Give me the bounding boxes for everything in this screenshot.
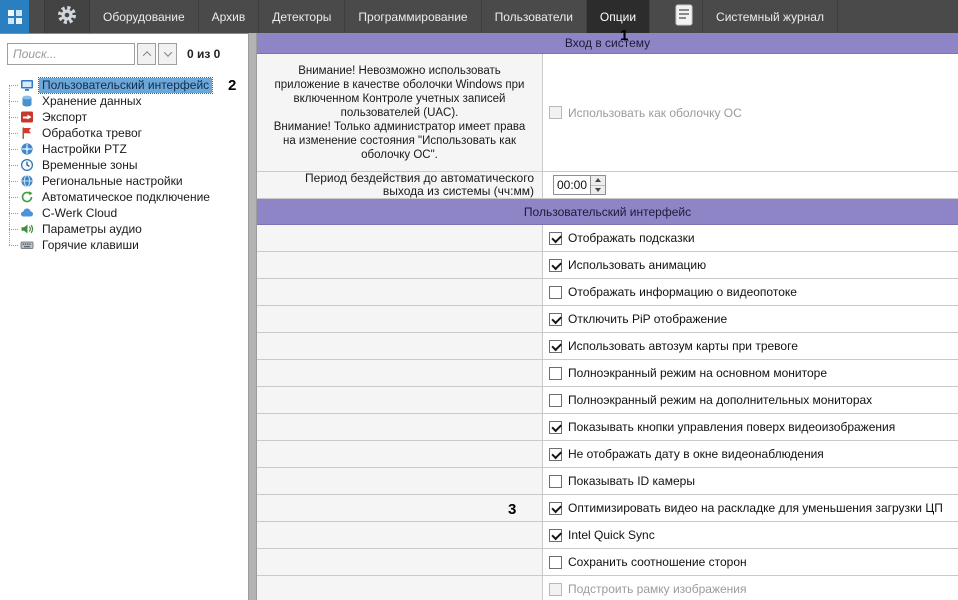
chevron-up-icon bbox=[142, 51, 150, 59]
sidebar-item-regional-settings[interactable]: Региональные настройки bbox=[0, 173, 248, 189]
app-grid-icon[interactable] bbox=[0, 0, 29, 33]
sidebar-item-storage[interactable]: Хранение данных bbox=[0, 93, 248, 109]
alarm-flag-icon bbox=[20, 126, 35, 140]
idle-period-value[interactable] bbox=[554, 176, 590, 194]
use-as-os-shell-label: Использовать как оболочку ОС bbox=[568, 106, 742, 120]
section-header-ui: Пользовательский интерфейс bbox=[257, 199, 958, 225]
option-row: Отключить PiP отображение bbox=[257, 306, 958, 333]
option-row: Intel Quick Sync bbox=[257, 522, 958, 549]
use-as-os-shell-checkbox[interactable] bbox=[549, 106, 562, 119]
sidebar-item-user-interface[interactable]: Пользовательский интерфейс bbox=[0, 77, 248, 93]
document-icon bbox=[674, 4, 694, 29]
search-results-counter: 0 из 0 bbox=[187, 47, 220, 61]
annotation-marker-2: 2 bbox=[228, 77, 236, 94]
tab-programming[interactable]: Программирование bbox=[345, 0, 481, 33]
sidebar-item-ptz-settings[interactable]: Настройки PTZ bbox=[0, 141, 248, 157]
shell-option-row: Внимание! Невозможно использовать прилож… bbox=[257, 54, 958, 172]
sidebar-item-audio-settings[interactable]: Параметры аудио bbox=[0, 221, 248, 237]
annotation-marker-3: 3 bbox=[508, 501, 516, 518]
chevron-down-icon bbox=[163, 48, 171, 56]
hide-date-checkbox[interactable] bbox=[549, 448, 562, 461]
settings-sidebar: 0 из 0 Пользовательский интерфейс Хранен… bbox=[0, 33, 248, 600]
tab-detectors[interactable]: Детекторы bbox=[259, 0, 345, 33]
controls-over-video-checkbox[interactable] bbox=[549, 421, 562, 434]
sidebar-item-hotkeys[interactable]: Горячие клавиши bbox=[0, 237, 248, 253]
sidebar-item-time-zones[interactable]: Временные зоны bbox=[0, 157, 248, 173]
speaker-icon bbox=[20, 222, 35, 236]
triangle-up-icon bbox=[595, 178, 601, 182]
option-row: Не отображать дату в окне видеонаблюдени… bbox=[257, 441, 958, 468]
uac-warning-text: Внимание! Невозможно использовать прилож… bbox=[257, 64, 542, 162]
tab-system-log[interactable]: Системный журнал bbox=[703, 0, 838, 33]
triangle-down-icon bbox=[595, 188, 601, 192]
keyboard-icon bbox=[20, 238, 35, 252]
option-row: Показывать ID камеры bbox=[257, 468, 958, 495]
section-title: Вход в систему bbox=[565, 36, 650, 50]
search-prev-button[interactable] bbox=[137, 43, 156, 65]
tab-users[interactable]: Пользователи bbox=[482, 0, 587, 33]
topbar-empty-area bbox=[838, 0, 958, 33]
annotation-marker-1: 1 bbox=[620, 27, 628, 44]
topbar-spacer bbox=[29, 0, 44, 33]
show-camera-id-checkbox[interactable] bbox=[549, 475, 562, 488]
topbar-spacer bbox=[650, 0, 665, 33]
search-input[interactable] bbox=[7, 43, 135, 65]
intel-quick-sync-checkbox[interactable] bbox=[549, 529, 562, 542]
use-animation-checkbox[interactable] bbox=[549, 259, 562, 272]
gear-icon bbox=[57, 5, 77, 28]
sidebar-splitter[interactable] bbox=[248, 33, 257, 600]
tab-archive[interactable]: Архив bbox=[199, 0, 260, 33]
refresh-icon bbox=[20, 190, 35, 204]
option-row: Оптимизировать видео на раскладке для ум… bbox=[257, 495, 958, 522]
spin-down-button[interactable] bbox=[591, 186, 605, 195]
ptz-icon bbox=[20, 142, 35, 156]
search-row: 0 из 0 bbox=[0, 34, 248, 74]
sidebar-item-export[interactable]: Экспорт bbox=[0, 109, 248, 125]
settings-gear-tab[interactable] bbox=[44, 0, 90, 33]
settings-tree: Пользовательский интерфейс Хранение данн… bbox=[0, 77, 248, 253]
show-stream-info-checkbox[interactable] bbox=[549, 286, 562, 299]
top-bar: Оборудование Архив Детекторы Программиро… bbox=[0, 0, 958, 33]
settings-panel: Вход в систему Внимание! Невозможно испо… bbox=[257, 33, 958, 600]
idle-period-row: Период бездействия до автоматического вы… bbox=[257, 172, 958, 199]
fullscreen-main-monitor-checkbox[interactable] bbox=[549, 367, 562, 380]
sidebar-item-cloud[interactable]: C-Werk Cloud bbox=[0, 205, 248, 221]
keep-aspect-ratio-checkbox[interactable] bbox=[549, 556, 562, 569]
search-next-button[interactable] bbox=[158, 43, 177, 65]
section-title: Пользовательский интерфейс bbox=[524, 205, 691, 219]
option-row: Сохранить соотношение сторон bbox=[257, 549, 958, 576]
database-icon bbox=[20, 94, 35, 108]
idle-period-label: Период бездействия до автоматического вы… bbox=[257, 172, 542, 198]
option-row: Показывать кнопки управления поверх виде… bbox=[257, 414, 958, 441]
option-row: Полноэкранный режим на основном мониторе bbox=[257, 360, 958, 387]
optimize-video-checkbox[interactable] bbox=[549, 502, 562, 515]
clock-icon bbox=[20, 158, 35, 172]
map-autozoom-checkbox[interactable] bbox=[549, 340, 562, 353]
option-row: Отображать информацию о видеопотоке bbox=[257, 279, 958, 306]
export-icon bbox=[20, 110, 35, 124]
option-row: Использовать автозум карты при тревоге bbox=[257, 333, 958, 360]
globe-icon bbox=[20, 174, 35, 188]
cloud-icon bbox=[20, 206, 35, 220]
monitor-icon bbox=[20, 78, 35, 92]
adjust-image-frame-checkbox[interactable] bbox=[549, 583, 562, 596]
option-row: Полноэкранный режим на дополнительных мо… bbox=[257, 387, 958, 414]
tab-equipment[interactable]: Оборудование bbox=[90, 0, 199, 33]
sidebar-item-alarm-processing[interactable]: Обработка тревог bbox=[0, 125, 248, 141]
fullscreen-extra-monitors-checkbox[interactable] bbox=[549, 394, 562, 407]
tab-options[interactable]: Опции bbox=[587, 0, 650, 33]
section-header-login: Вход в систему bbox=[257, 33, 958, 54]
idle-period-spinbox[interactable] bbox=[553, 175, 606, 195]
disable-pip-checkbox[interactable] bbox=[549, 313, 562, 326]
system-log-icon-tab[interactable] bbox=[665, 0, 703, 33]
show-tooltips-checkbox[interactable] bbox=[549, 232, 562, 245]
option-row: Отображать подсказки bbox=[257, 225, 958, 252]
sidebar-item-auto-connection[interactable]: Автоматическое подключение bbox=[0, 189, 248, 205]
option-row: Подстроить рамку изображения bbox=[257, 576, 958, 600]
option-row: Использовать анимацию bbox=[257, 252, 958, 279]
spin-up-button[interactable] bbox=[591, 176, 605, 186]
